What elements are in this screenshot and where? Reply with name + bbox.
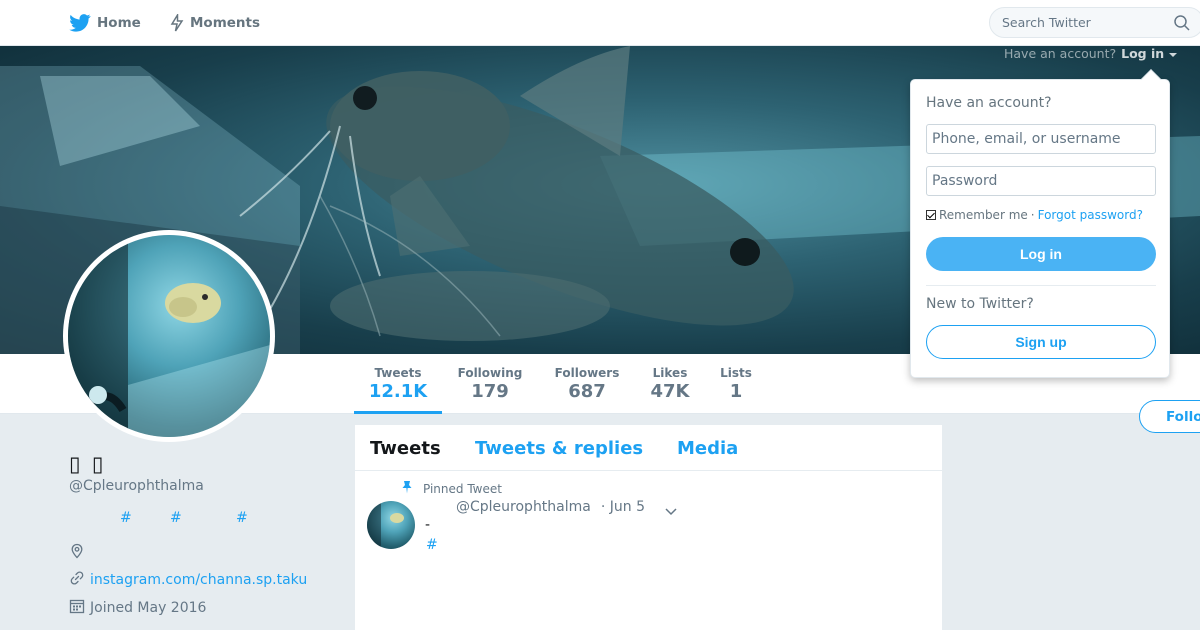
forgot-password-link[interactable]: Forgot password? xyxy=(1038,208,1143,222)
new-to-twitter-label: New to Twitter? xyxy=(926,296,1034,312)
bio-hashtag[interactable]: # xyxy=(170,510,182,526)
link-icon xyxy=(69,570,85,590)
profile-website: instagram.com/channa.sp.taku xyxy=(69,570,307,590)
login-hint: Have an account? Log in xyxy=(1004,45,1178,61)
profile-avatar[interactable] xyxy=(63,230,275,442)
stat-label: Followers xyxy=(554,366,620,380)
stat-followers[interactable]: Followers 687 xyxy=(548,354,626,414)
tweet-date[interactable]: · Jun 5 xyxy=(601,499,645,515)
password-input[interactable] xyxy=(926,166,1156,196)
tab-media[interactable]: Media xyxy=(677,425,738,471)
tweet-avatar[interactable] xyxy=(367,501,415,549)
profile-bio: # # # xyxy=(69,510,319,526)
profile-joined: Joined May 2016 xyxy=(69,598,206,618)
bio-hashtag[interactable]: # xyxy=(236,510,248,526)
calendar-icon xyxy=(69,598,85,618)
tweet-header: @Cpleurophthalma · Jun 5 xyxy=(456,499,645,515)
nav-moments[interactable]: Moments xyxy=(170,0,260,46)
joined-text: Joined May 2016 xyxy=(90,600,207,616)
login-hint-button[interactable]: Log in xyxy=(1121,46,1164,61)
login-button[interactable]: Log in xyxy=(926,237,1156,271)
profile-name: ▯ ▯ xyxy=(69,452,106,476)
stat-tweets[interactable]: Tweets 12.1K xyxy=(354,354,442,414)
search-icon[interactable] xyxy=(1173,14,1191,35)
timeline: Tweets Tweets & replies Media Pinned Twe… xyxy=(355,425,942,630)
bio-hashtag[interactable]: # xyxy=(120,510,132,526)
timeline-tabs: Tweets Tweets & replies Media xyxy=(355,425,942,471)
website-link[interactable]: instagram.com/channa.sp.taku xyxy=(90,572,307,588)
location-pin-icon xyxy=(69,543,85,563)
search-input[interactable]: Search Twitter xyxy=(989,7,1200,38)
profile-location xyxy=(69,543,90,563)
nav-moments-label: Moments xyxy=(190,15,261,31)
stat-value: 47K xyxy=(650,381,690,402)
follow-button[interactable]: Follow xyxy=(1139,400,1200,433)
tweet-handle[interactable]: @Cpleurophthalma xyxy=(456,499,591,515)
stat-value: 687 xyxy=(568,381,606,402)
tab-tweets[interactable]: Tweets xyxy=(370,425,441,471)
tweet-hashtag[interactable]: # xyxy=(426,537,438,553)
stat-lists[interactable]: Lists 1 xyxy=(716,354,756,414)
separator: · xyxy=(1030,208,1035,222)
nav-home[interactable]: Home xyxy=(69,0,141,46)
nav-home-label: Home xyxy=(97,15,141,31)
tweet-text: - xyxy=(425,517,431,533)
stat-label: Lists xyxy=(720,366,752,380)
login-dropdown: Have an account? Remember me · Forgot pa… xyxy=(910,69,1170,378)
pinned-text: Pinned Tweet xyxy=(423,481,502,496)
top-navigation: Home Moments Search Twitter xyxy=(0,0,1200,46)
avatar-image xyxy=(68,235,270,437)
stat-value: 12.1K xyxy=(368,381,428,402)
lightning-icon xyxy=(170,14,184,32)
login-title: Have an account? xyxy=(926,95,1052,111)
stat-value: 179 xyxy=(471,381,509,402)
stat-value: 1 xyxy=(729,381,743,402)
login-hint-text: Have an account? xyxy=(1004,45,1117,61)
remember-row: Remember me · Forgot password? xyxy=(926,208,1143,222)
tab-tweets-replies[interactable]: Tweets & replies xyxy=(475,425,643,471)
divider xyxy=(926,285,1156,286)
pinned-tweet-label: Pinned Tweet xyxy=(401,480,502,497)
remember-checkbox[interactable] xyxy=(926,210,936,220)
twitter-bird-icon xyxy=(69,14,91,32)
pin-icon xyxy=(401,480,413,497)
stat-likes[interactable]: Likes 47K xyxy=(646,354,694,414)
username-input[interactable] xyxy=(926,124,1156,154)
stat-label: Likes xyxy=(652,366,688,380)
caret-down-icon xyxy=(1169,46,1178,61)
signup-button[interactable]: Sign up xyxy=(926,325,1156,359)
stat-following[interactable]: Following 179 xyxy=(451,354,529,414)
search-placeholder: Search Twitter xyxy=(1002,15,1091,30)
remember-label: Remember me xyxy=(939,208,1028,222)
profile-handle[interactable]: @Cpleurophthalma xyxy=(69,478,204,494)
chevron-down-icon[interactable] xyxy=(665,501,677,520)
stat-label: Tweets xyxy=(374,366,422,380)
stat-label: Following xyxy=(457,366,523,380)
